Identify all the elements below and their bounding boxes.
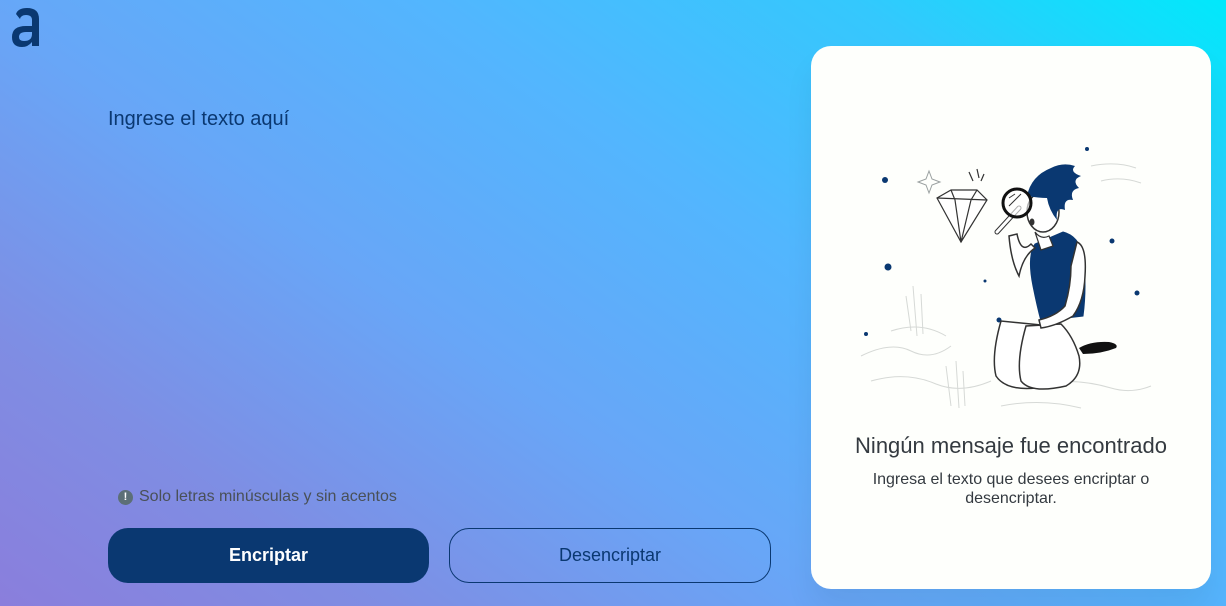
decrypt-button[interactable]: Desencriptar bbox=[449, 528, 771, 583]
encrypt-button-label: Encriptar bbox=[228, 545, 309, 565]
output-text: Ingresa el texto que desees encriptar o … bbox=[872, 471, 1150, 507]
decrypt-button-label: Desencriptar bbox=[558, 545, 662, 565]
text-editor bbox=[108, 108, 768, 468]
output-title: Ningún mensaje fue encontrado bbox=[855, 433, 1167, 458]
hint-text: Solo letras minúsculas y sin acentos bbox=[139, 488, 397, 505]
input-hint: ! Solo letras minúsculas y sin acentos bbox=[118, 488, 397, 506]
person-magnifying-glass-illustration bbox=[860, 147, 1152, 409]
text-input[interactable] bbox=[108, 108, 768, 468]
alura-logo-icon bbox=[12, 8, 39, 47]
output-card: Ningún mensaje fue encontrado Ingresa el… bbox=[811, 46, 1211, 589]
encrypt-button[interactable]: Encriptar bbox=[108, 528, 429, 583]
info-circle-icon: ! bbox=[118, 489, 133, 505]
